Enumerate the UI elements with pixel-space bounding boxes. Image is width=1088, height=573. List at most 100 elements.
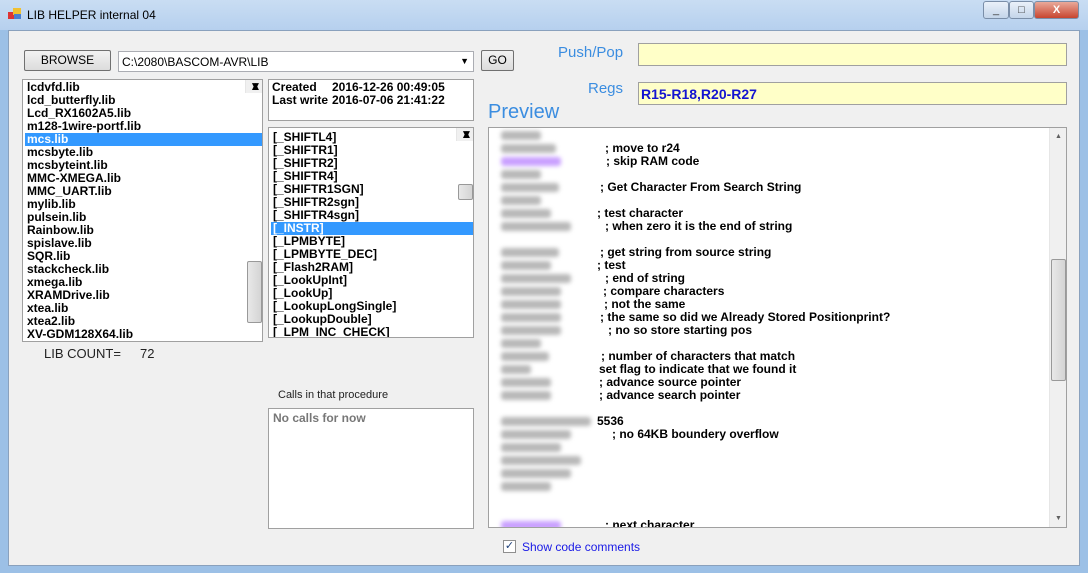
pushpop-field[interactable]	[638, 43, 1067, 66]
obscured-code	[501, 183, 559, 192]
code-line: ; no 64KB boundery overflow	[489, 428, 1049, 441]
obscured-code	[501, 287, 561, 296]
obscured-code	[501, 248, 559, 257]
code-comment: ; advance search pointer	[599, 388, 741, 402]
code-comment: ; Get Character From Search String	[600, 180, 802, 194]
code-line: ; when zero it is the end of string	[489, 220, 1049, 233]
code-line: ; compare characters	[489, 285, 1049, 298]
code-line: ; test	[489, 259, 1049, 272]
obscured-code	[501, 521, 561, 527]
code-line: ; the same so did we Already Stored Posi…	[489, 311, 1049, 324]
preview-scrollbar[interactable]: ▲ ▼	[1049, 128, 1066, 527]
window-title: LIB HELPER internal 04	[27, 8, 156, 22]
procedure-list[interactable]: [_SHIFTL4] [_SHIFTR1] [_SHIFTR2] [_SHIFTR4]…	[268, 127, 474, 338]
obscured-code	[501, 391, 551, 400]
obscured-code	[501, 482, 551, 491]
code-line	[489, 467, 1049, 480]
library-list[interactable]: lcdvfd.lib lcd_butterfly.lib Lcd_RX1602A5.…	[22, 79, 263, 342]
preview-label: Preview	[488, 101, 560, 123]
list-item[interactable]: [_LPM_INC_CHECK]	[271, 326, 473, 338]
list-item[interactable]: XV-GDM128X64.lib	[25, 328, 262, 341]
obscured-code	[501, 170, 541, 179]
maximize-button[interactable]: □	[1009, 1, 1034, 19]
code-line: ; move to r24	[489, 142, 1049, 155]
code-line: ; no so store starting pos	[489, 324, 1049, 337]
scroll-up-icon[interactable]: ▲	[1050, 128, 1066, 145]
code-line	[489, 480, 1049, 493]
obscured-code	[501, 313, 561, 322]
obscured-code	[501, 469, 571, 478]
regs-field[interactable]: R15-R18,R20-R27	[638, 82, 1067, 105]
code-line: ; next character	[489, 519, 1049, 527]
close-button[interactable]: X	[1034, 1, 1079, 19]
code-comment: ; when zero it is the end of string	[605, 219, 793, 233]
code-line: ; advance source pointer	[489, 376, 1049, 389]
obscured-code	[501, 326, 561, 335]
file-info-box: Created 2016-12-26 00:49:05 Last write 201…	[268, 79, 474, 121]
scroll-thumb[interactable]	[458, 184, 473, 200]
lastwrite-value: 2016-07-06 21:41:22	[332, 93, 445, 107]
scroll-down-icon[interactable]: ▼	[1050, 510, 1066, 527]
scroll-down-icon[interactable]: ▼	[457, 128, 473, 141]
obscured-code	[501, 352, 549, 361]
code-comment: ; no 64KB boundery overflow	[612, 427, 779, 441]
obscured-code	[501, 261, 551, 270]
code-line	[489, 441, 1049, 454]
procedure-list-scrollbar[interactable]: ▲ ▼	[456, 128, 473, 200]
show-comments-label[interactable]: Show code comments	[522, 540, 640, 554]
created-value: 2016-12-26 00:49:05	[332, 80, 445, 94]
title-bar: LIB HELPER internal 04 _ □ X	[0, 0, 1088, 30]
code-line: ; skip RAM code	[489, 155, 1049, 168]
code-line	[489, 454, 1049, 467]
obscured-code	[501, 443, 561, 452]
lib-count-value: 72	[140, 346, 155, 361]
obscured-code	[501, 131, 541, 140]
obscured-code	[501, 456, 581, 465]
scroll-down-icon[interactable]: ▼	[246, 80, 262, 93]
obscured-code	[501, 339, 541, 348]
code-comment: ; next character	[605, 518, 695, 528]
obscured-code	[501, 209, 551, 218]
scroll-thumb[interactable]	[247, 261, 262, 323]
go-button[interactable]: GO	[481, 50, 514, 71]
code-line: ; advance search pointer	[489, 389, 1049, 402]
obscured-code	[501, 417, 591, 426]
obscured-code	[501, 430, 571, 439]
code-preview[interactable]: ; move to r24; skip RAM code ; Get Charac…	[488, 127, 1067, 528]
path-value: C:\2080\BASCOM-AVR\LIB	[122, 55, 269, 69]
obscured-code	[501, 222, 571, 231]
minimize-button[interactable]: _	[983, 1, 1009, 19]
regs-label: Regs	[588, 80, 624, 97]
pushpop-label: Push/Pop	[558, 44, 624, 61]
code-line	[489, 129, 1049, 142]
obscured-code	[501, 196, 541, 205]
code-line	[489, 194, 1049, 207]
code-line: ; Get Character From Search String	[489, 181, 1049, 194]
calls-text: No calls for now	[273, 411, 366, 425]
code-comment: ; no so store starting pos	[608, 323, 753, 337]
lastwrite-label: Last write	[272, 93, 329, 107]
chevron-down-icon[interactable]: ▼	[460, 56, 469, 66]
code-line: ; get string from source string	[489, 246, 1049, 259]
obscured-code	[501, 144, 556, 153]
obscured-code	[501, 274, 571, 283]
path-combobox[interactable]: C:\2080\BASCOM-AVR\LIB ▼	[118, 51, 474, 72]
obscured-code	[501, 300, 561, 309]
browse-button[interactable]: BROWSE	[24, 50, 111, 71]
library-list-scrollbar[interactable]: ▲ ▼	[245, 80, 262, 323]
code-comment: ; skip RAM code	[606, 154, 700, 168]
code-line: set flag to indicate that we found it	[489, 363, 1049, 376]
show-comments-checkbox[interactable]: ✓	[503, 540, 516, 553]
obscured-code	[501, 365, 531, 374]
scroll-thumb[interactable]	[1051, 259, 1066, 381]
obscured-code	[501, 157, 561, 166]
code-line: ; end of string	[489, 272, 1049, 285]
obscured-code	[501, 378, 551, 387]
lib-count-label: LIB COUNT=	[44, 346, 121, 361]
app-icon	[8, 8, 22, 20]
calls-box: No calls for now	[268, 408, 474, 529]
calls-label: Calls in that procedure	[278, 389, 389, 401]
